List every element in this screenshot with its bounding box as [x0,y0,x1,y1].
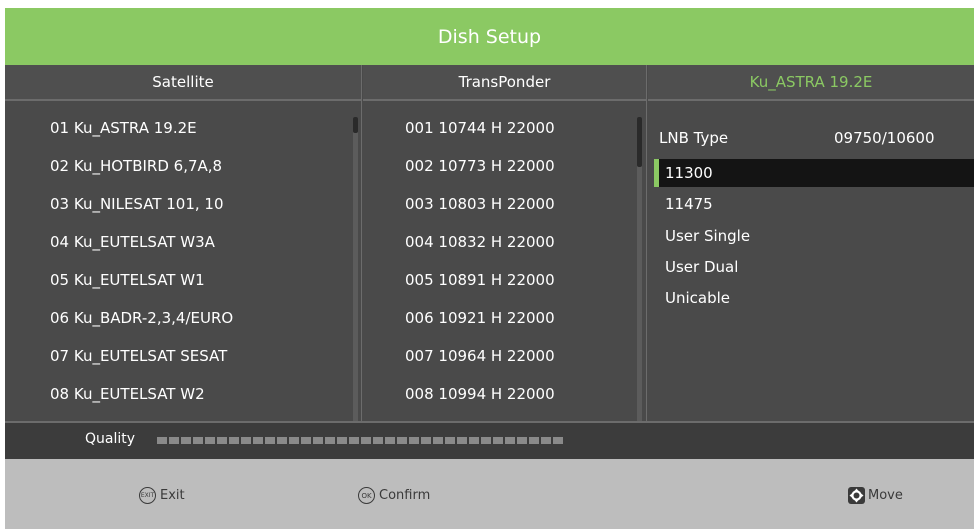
transponder-item[interactable]: 006 10921 H 22000 [405,309,555,327]
move-hint[interactable]: Move [848,487,903,504]
transponder-item[interactable]: 002 10773 H 22000 [405,157,555,175]
satellite-item[interactable]: 08 Ku_EUTELSAT W2 [50,385,205,403]
quality-segment [529,437,539,444]
dish-setup-screen: Dish Setup Satellite TransPonder Ku_ASTR… [5,8,974,529]
footer-hints: EXIT Exit OK Confirm Move [5,459,974,529]
quality-segment [469,437,479,444]
quality-segment [493,437,503,444]
quality-segment [181,437,191,444]
satellite-item[interactable]: 03 Ku_NILESAT 101, 10 [50,195,224,213]
lnb-option-label: User Dual [665,258,739,276]
satellite-item[interactable]: 07 Ku_EUTELSAT SESAT [50,347,227,365]
quality-segment [217,437,227,444]
lnb-option-label: User Single [665,227,751,245]
confirm-hint[interactable]: OK Confirm [358,487,430,504]
quality-meter [157,437,563,444]
lnb-type-label: LNB Type [659,129,729,147]
transponder-item[interactable]: 001 10744 H 22000 [405,119,555,137]
window-title: Dish Setup [5,8,974,65]
selected-satellite-header: Ku_ASTRA 19.2E [648,65,974,101]
quality-segment [301,437,311,444]
transponder-list[interactable]: 001 10744 H 22000 002 10773 H 22000 003 … [363,101,647,423]
quality-segment [349,437,359,444]
quality-segment [229,437,239,444]
lnb-option[interactable]: User Single [654,222,974,250]
quality-segment [277,437,287,444]
quality-segment [169,437,179,444]
satellite-item[interactable]: 04 Ku_EUTELSAT W3A [50,233,215,251]
quality-segment [205,437,215,444]
transponder-item[interactable]: 008 10994 H 22000 [405,385,555,403]
move-label: Move [868,488,903,503]
lnb-option-label: 11475 [665,195,713,213]
selection-marker [654,159,659,187]
satellite-item[interactable]: 05 Ku_EUTELSAT W1 [50,271,205,289]
lnb-option[interactable]: 11475 [654,190,974,218]
quality-segment [265,437,275,444]
lnb-option-label: 11300 [665,164,713,182]
satellite-item[interactable]: 06 Ku_BADR-2,3,4/EURO [50,309,233,327]
quality-segment [385,437,395,444]
satellite-item[interactable]: 02 Ku_HOTBIRD 6,7A,8 [50,157,222,175]
quality-segment [445,437,455,444]
exit-hint[interactable]: EXIT Exit [139,487,185,504]
ok-key-icon: OK [358,487,375,504]
quality-segment [373,437,383,444]
quality-segment [409,437,419,444]
lnb-option-label: Unicable [665,289,731,307]
quality-segment [313,437,323,444]
quality-segment [361,437,371,444]
quality-segment [505,437,515,444]
satellite-column-header: Satellite [5,65,362,101]
quality-segment [433,437,443,444]
lnb-type-value[interactable]: 09750/10600 [834,129,935,147]
quality-segment [325,437,335,444]
transponder-scrollbar[interactable] [637,117,642,423]
satellite-list[interactable]: 01 Ku_ASTRA 19.2E 02 Ku_HOTBIRD 6,7A,8 0… [5,101,362,423]
quality-segment [397,437,407,444]
confirm-label: Confirm [379,488,431,503]
transponder-item[interactable]: 005 10891 H 22000 [405,271,555,289]
quality-segment [541,437,551,444]
quality-segment [553,437,563,444]
quality-segment [421,437,431,444]
quality-bar: Quality [5,421,974,459]
quality-segment [337,437,347,444]
quality-segment [193,437,203,444]
quality-segment [457,437,467,444]
transponder-item[interactable]: 004 10832 H 22000 [405,233,555,251]
satellite-scroll-thumb[interactable] [353,117,358,133]
lnb-option[interactable]: Unicable [654,284,974,312]
quality-label: Quality [85,431,136,447]
exit-label: Exit [160,488,185,503]
quality-segment [517,437,527,444]
transponder-scroll-thumb[interactable] [637,117,642,167]
quality-segment [157,437,167,444]
lnb-option[interactable]: User Dual [654,253,974,281]
transponder-column-header: TransPonder [363,65,647,101]
quality-segment [241,437,251,444]
satellite-item[interactable]: 01 Ku_ASTRA 19.2E [50,119,197,137]
dpad-icon [848,487,865,504]
quality-segment [289,437,299,444]
lnb-option-selected[interactable]: 11300 [654,159,974,187]
exit-key-icon: EXIT [139,487,156,504]
transponder-item[interactable]: 007 10964 H 22000 [405,347,555,365]
satellite-scrollbar[interactable] [353,117,358,423]
quality-segment [253,437,263,444]
dpad-arrows-icon [849,488,864,503]
quality-segment [481,437,491,444]
lnb-settings-panel: LNB Type 09750/10600 11300 11475 User Si… [648,101,974,421]
transponder-item[interactable]: 003 10803 H 22000 [405,195,555,213]
